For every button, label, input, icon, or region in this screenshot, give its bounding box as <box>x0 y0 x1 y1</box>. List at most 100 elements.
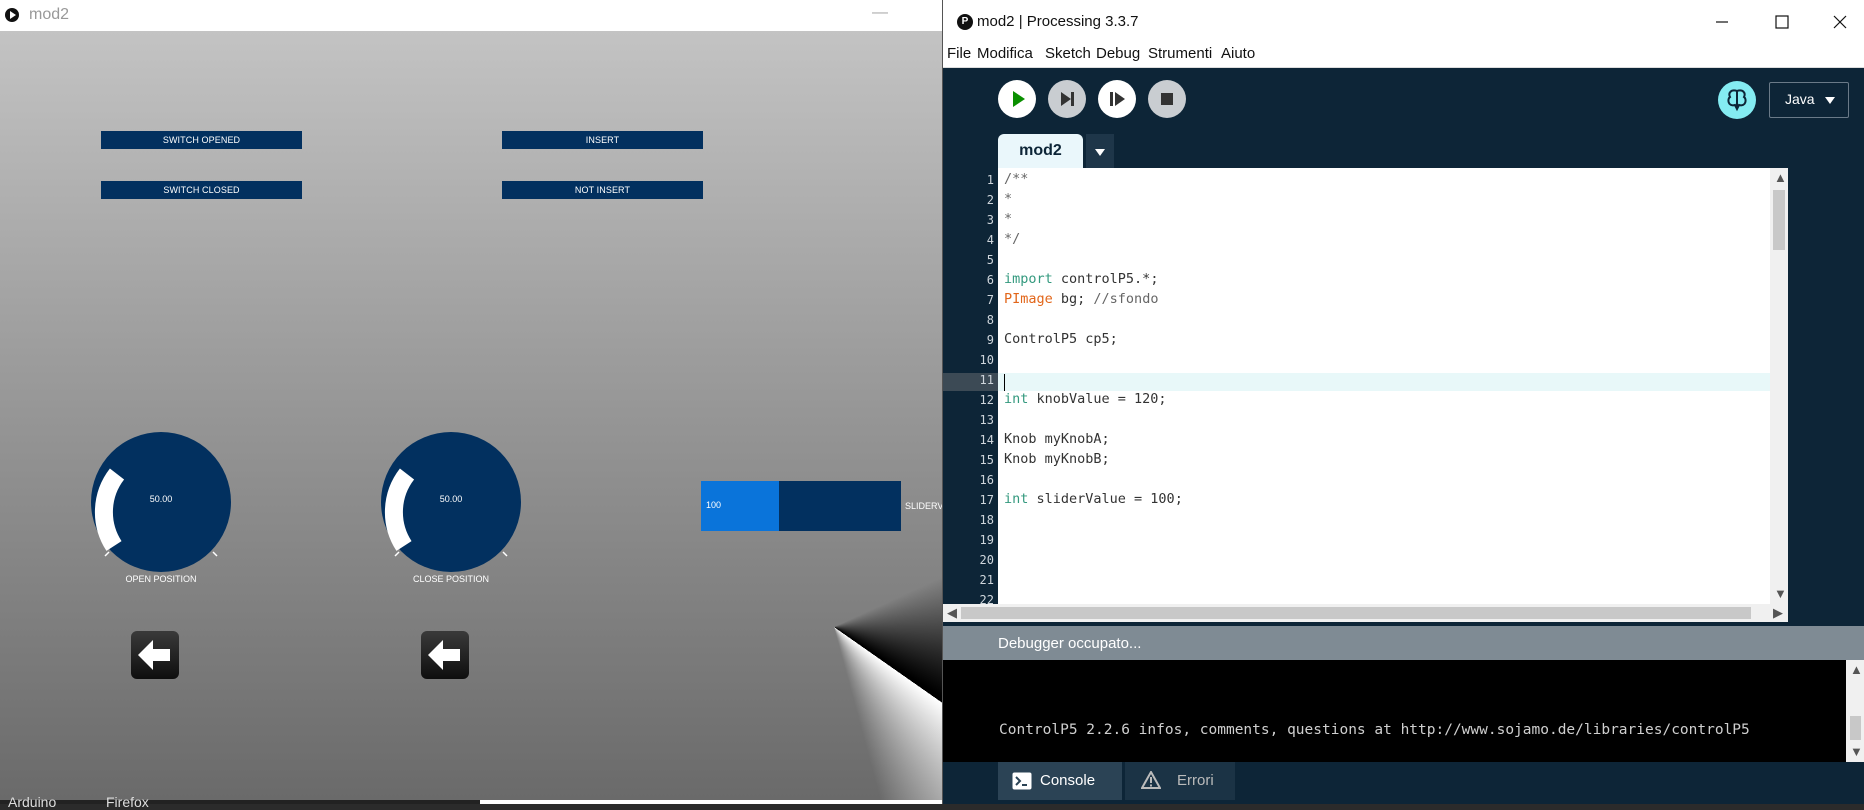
sketch-tabs: mod2 <box>943 134 1864 168</box>
code-line: int knobValue = 120; <box>1004 391 1167 407</box>
slider-value-text: 100 <box>706 500 722 510</box>
continue-button[interactable] <box>1098 80 1136 118</box>
code-line: ControlP5 cp5; <box>1004 331 1118 347</box>
console-scrollbar[interactable]: ▲ ▼ <box>1846 660 1864 762</box>
knob-value: 50.00 <box>149 494 173 504</box>
code-line: int sliderValue = 100; <box>1004 491 1183 507</box>
sketch-canvas: SWITCH OPENED INSERT SWITCH CLOSED NOT I… <box>0 31 942 800</box>
code-keyword: int <box>1004 491 1029 507</box>
run-button[interactable] <box>998 80 1036 118</box>
code-line: Knob myKnobB; <box>1004 451 1110 467</box>
step-button[interactable] <box>1048 80 1086 118</box>
play-icon <box>1013 91 1025 107</box>
menu-strumenti[interactable]: Strumenti <box>1148 45 1212 62</box>
slider-value-control[interactable]: 100 <box>701 481 901 531</box>
code-line: Knob myKnobA; <box>1004 431 1110 447</box>
code-line: PImage bg; //sfondo <box>1004 291 1158 307</box>
line-number-gutter: 1 2 3 4 5 6 7 8 9 10 11 12 13 14 15 16 1… <box>943 168 998 607</box>
editor-horizontal-scrollbar[interactable]: ◀ ▶ <box>943 604 1788 622</box>
sketch-window-title: mod2 <box>29 6 70 23</box>
scroll-down-icon[interactable]: ▼ <box>1850 744 1863 759</box>
line-number: 16 <box>979 473 994 487</box>
tab-errors-label: Errori <box>1177 772 1214 789</box>
menu-aiuto[interactable]: Aiuto <box>1221 45 1255 62</box>
code-keyword: import <box>1004 271 1053 287</box>
code-comment: //sfondo <box>1093 291 1159 307</box>
menu-debug[interactable]: Debug <box>1096 45 1140 62</box>
debugger-toggle-button[interactable] <box>1718 81 1756 119</box>
open-position-knob[interactable]: 50.00 <box>91 432 231 572</box>
code-editor[interactable]: /** * * */ import controlP5.*; PImage bg… <box>998 168 1770 604</box>
line-number: 10 <box>979 353 994 367</box>
back-arrow-button-1[interactable] <box>131 631 179 679</box>
switch-closed-button[interactable]: SWITCH CLOSED <box>101 181 302 199</box>
line-number: 2 <box>986 193 994 207</box>
line-number: 12 <box>979 393 994 407</box>
code-keyword: int <box>1004 391 1029 407</box>
open-position-label: OPEN POSITION <box>125 574 197 584</box>
continue-icon <box>1110 92 1125 106</box>
ide-window-title: mod2 | Processing 3.3.7 <box>977 13 1139 30</box>
scroll-up-icon[interactable]: ▲ <box>1850 662 1863 677</box>
close-icon[interactable] <box>1828 10 1852 34</box>
line-number: 7 <box>986 293 994 307</box>
processing-logo-icon: P <box>957 14 973 30</box>
line-number: 8 <box>986 313 994 327</box>
butterfly-debug-icon <box>1727 89 1747 112</box>
console-output[interactable]: ControlP5 2.2.6 infos, comments, questio… <box>943 660 1846 762</box>
scroll-up-icon[interactable]: ▲ <box>1774 170 1787 185</box>
taskbar-item-firefox[interactable]: Firefox <box>106 794 149 810</box>
code-line: */ <box>1004 231 1021 247</box>
mode-selector[interactable]: Java <box>1769 82 1849 118</box>
scroll-left-icon[interactable]: ◀ <box>947 605 957 621</box>
chevron-down-icon <box>1825 97 1835 104</box>
tab-console-label: Console <box>1040 772 1096 789</box>
taskbar-active-area <box>480 800 942 804</box>
tab-mod2[interactable]: mod2 <box>998 134 1083 168</box>
scroll-down-icon[interactable]: ▼ <box>1774 586 1787 601</box>
switch-opened-button[interactable]: SWITCH OPENED <box>101 131 302 149</box>
scroll-thumb[interactable] <box>1850 716 1861 740</box>
minimize-icon[interactable] <box>1710 10 1734 34</box>
close-position-label: CLOSE POSITION <box>412 574 490 584</box>
menu-sketch[interactable]: Sketch <box>1045 45 1091 62</box>
maximize-icon[interactable] <box>1770 10 1794 34</box>
code-line: import controlP5.*; <box>1004 271 1158 287</box>
scroll-thumb[interactable] <box>961 607 1751 619</box>
tab-console[interactable]: Console <box>998 762 1122 800</box>
minimize-button[interactable]: — <box>872 4 888 22</box>
line-number: 15 <box>979 453 994 467</box>
scroll-thumb[interactable] <box>1773 190 1785 250</box>
arrow-left-icon <box>138 640 170 670</box>
console-line: ControlP5 2.2.6 infos, comments, questio… <box>999 722 1750 738</box>
back-arrow-button-2[interactable] <box>421 631 469 679</box>
taskbar-item-arduino[interactable]: Arduino <box>8 794 56 810</box>
line-number: 11 <box>979 373 994 387</box>
line-number: 14 <box>979 433 994 447</box>
status-bar: Debugger occupato... <box>943 626 1864 660</box>
stop-icon <box>1161 93 1173 105</box>
menu-modifica[interactable]: Modifica <box>977 45 1033 62</box>
scroll-right-icon[interactable]: ▶ <box>1773 605 1783 621</box>
tab-errors[interactable]: Errori <box>1125 762 1235 800</box>
stop-button[interactable] <box>1148 80 1186 118</box>
knob-value: 50.00 <box>439 494 463 504</box>
code-line: * <box>1004 191 1013 207</box>
code-text: knobValue = 120; <box>1028 391 1167 407</box>
code-line: /** <box>1004 171 1029 187</box>
processing-ide-window: P mod2 | Processing 3.3.7 File Modifica … <box>942 0 1864 804</box>
menu-file[interactable]: File <box>947 45 971 62</box>
toolbar: Java <box>943 68 1864 134</box>
current-line-highlight <box>998 373 1770 391</box>
text-caret <box>1004 374 1005 391</box>
editor-vertical-scrollbar[interactable]: ▲ ▼ <box>1770 168 1788 604</box>
sketch-window: mod2 — SWITCH OPENED INSERT SWITCH CLOSE… <box>0 0 942 800</box>
code-type: PImage <box>1004 291 1053 307</box>
terminal-icon <box>1012 772 1032 790</box>
not-insert-button[interactable]: NOT INSERT <box>502 181 703 199</box>
tab-menu-chevron-icon[interactable] <box>1086 134 1114 168</box>
play-app-icon <box>5 8 19 22</box>
close-position-knob[interactable]: 50.00 <box>381 432 521 572</box>
line-number: 20 <box>979 553 994 567</box>
insert-button[interactable]: INSERT <box>502 131 703 149</box>
